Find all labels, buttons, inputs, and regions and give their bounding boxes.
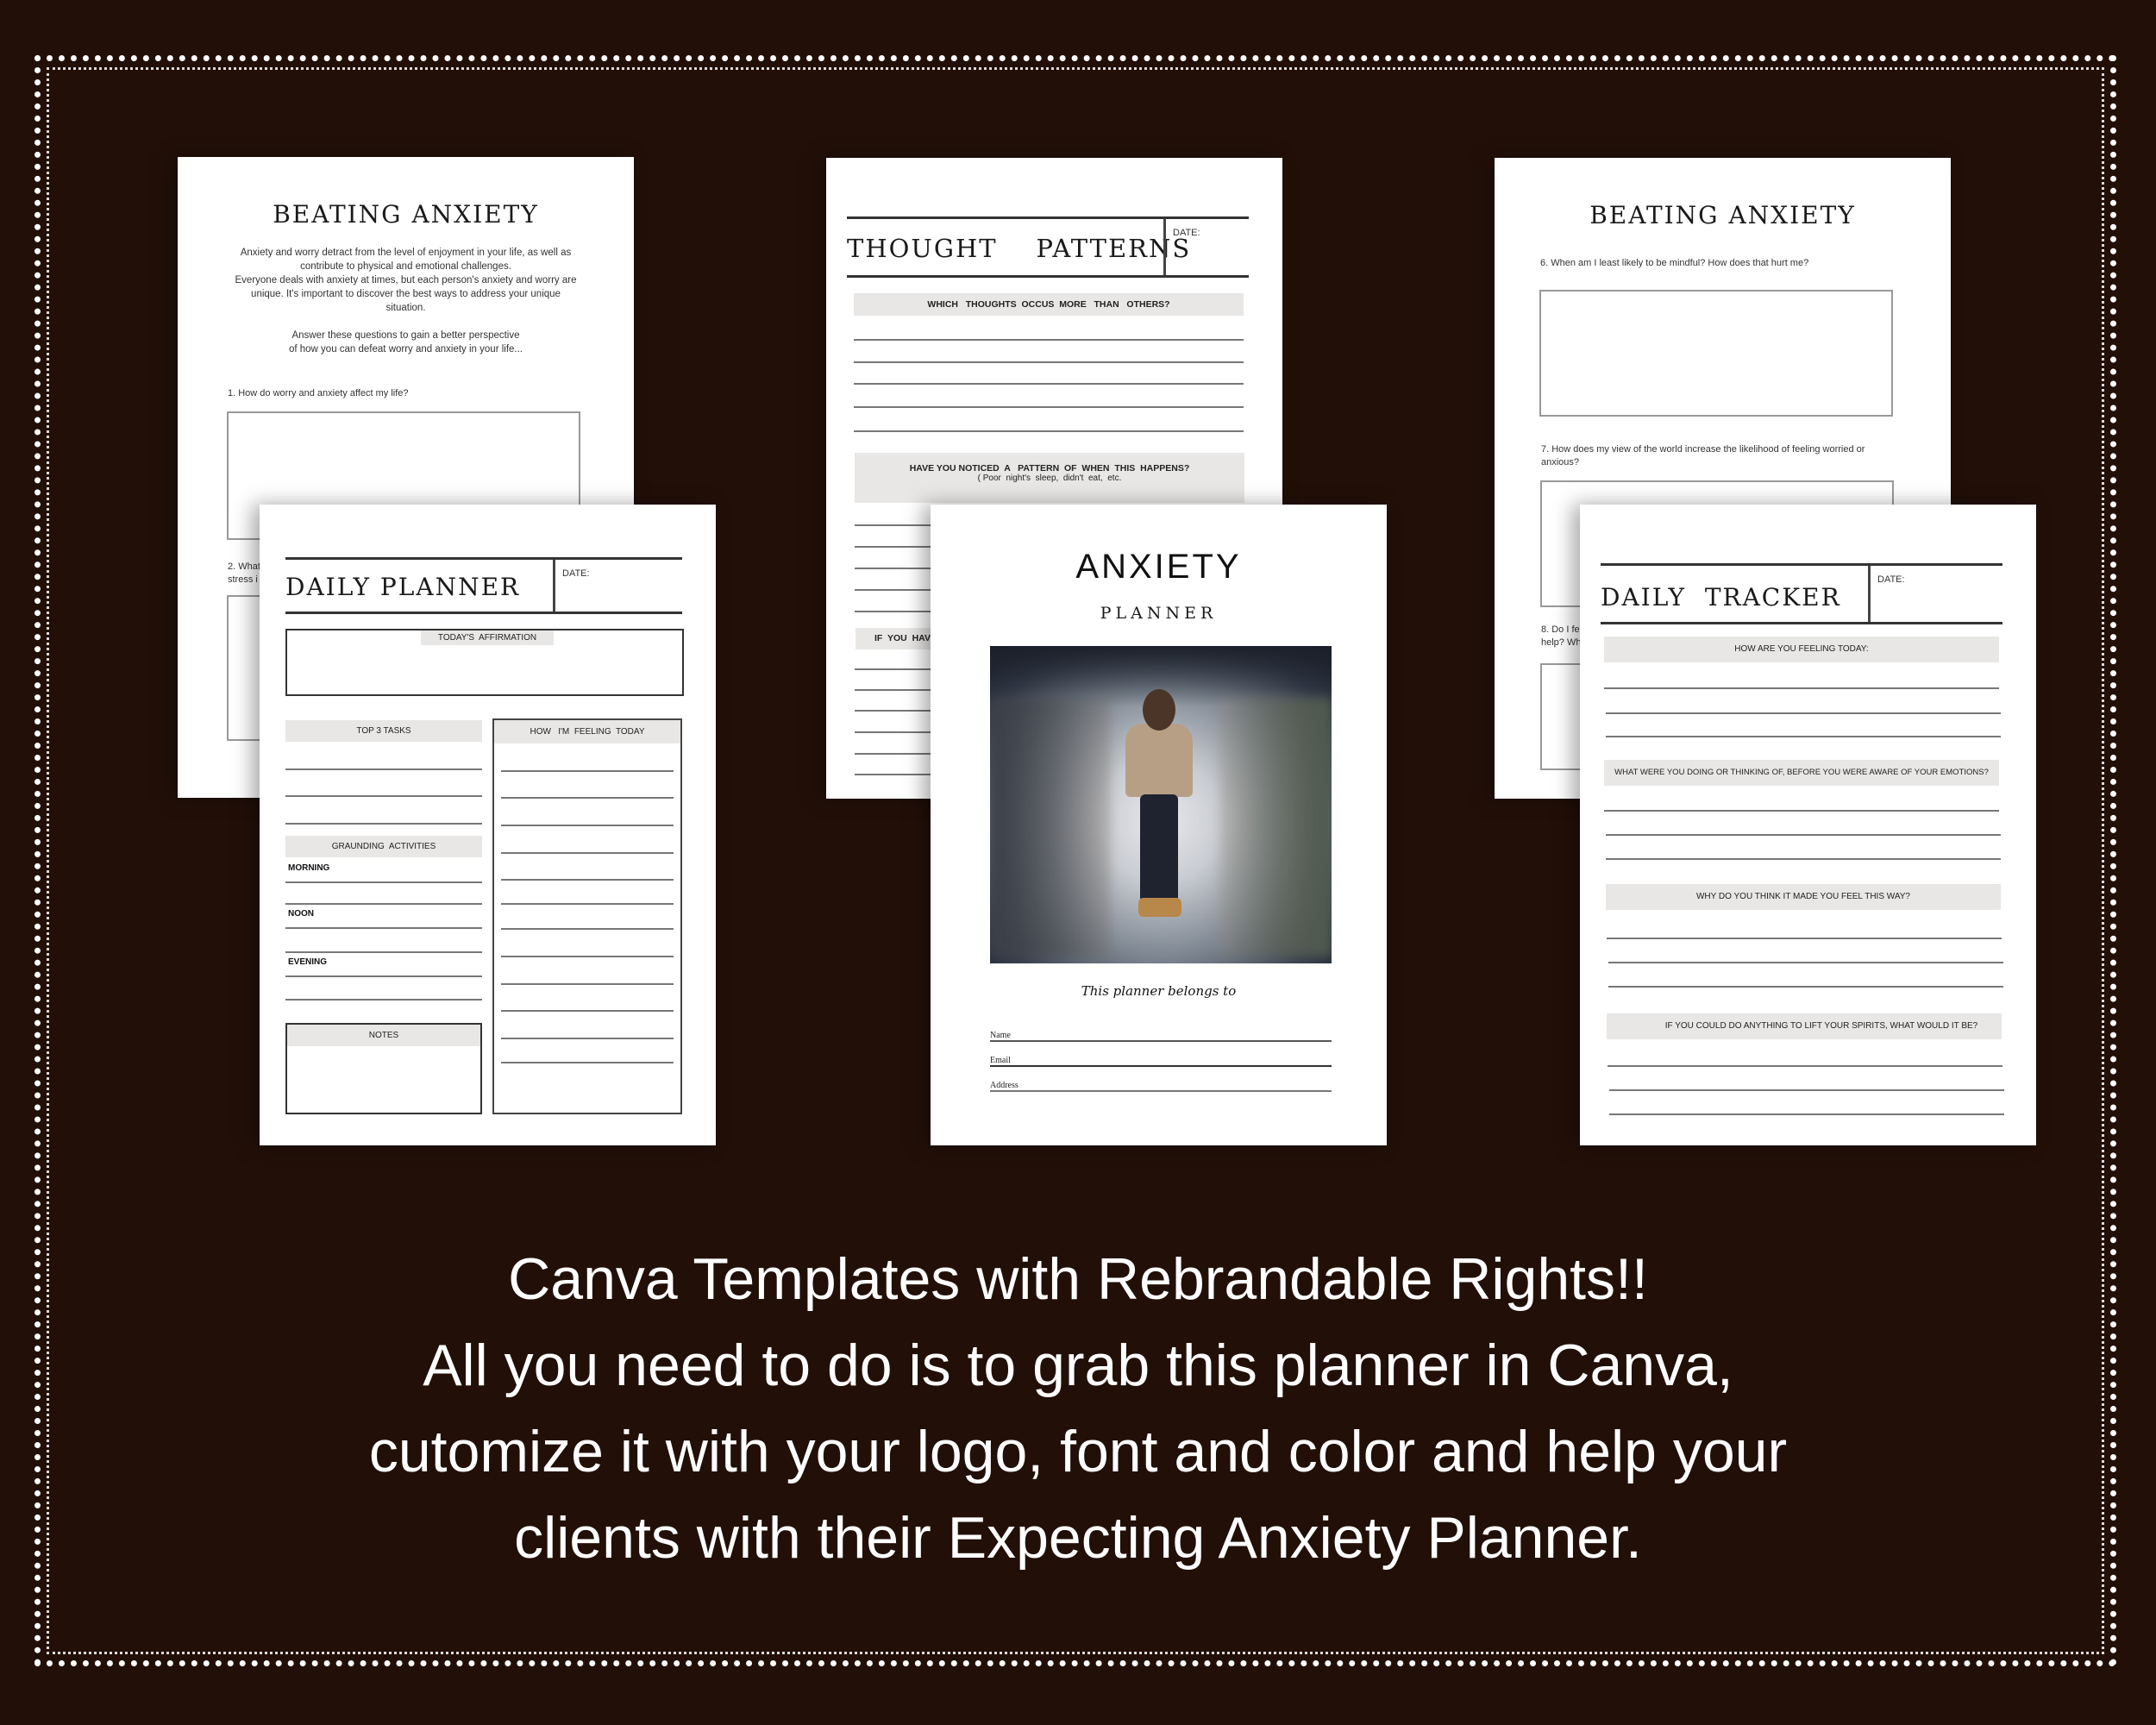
feeling-line[interactable]: [501, 770, 674, 772]
card-header: DAILY PLANNER DATE:: [285, 557, 682, 614]
noon-label: NOON: [288, 909, 314, 919]
card-title: THOUGHT PATTERNS: [847, 234, 1192, 263]
feeling-line[interactable]: [501, 879, 674, 881]
card-title: BEATING ANXIETY: [273, 200, 539, 229]
noon-line[interactable]: [285, 951, 482, 953]
task-line[interactable]: [285, 823, 482, 825]
name-label: Name: [990, 1031, 1011, 1040]
email-label: Email: [990, 1056, 1011, 1065]
belongs-to-text: This planner belongs to: [1081, 983, 1237, 999]
email-field[interactable]: Email: [990, 1050, 1332, 1067]
question-band-2: WHAT WERE YOU DOING OR THINKING OF, BEFO…: [1604, 760, 1999, 786]
question-band-2: HAVE YOU NOTICED A PATTERN OF WHEN THIS …: [855, 453, 1244, 503]
feeling-line[interactable]: [501, 983, 674, 985]
question-2: 2. What stress i: [228, 561, 260, 585]
morning-line[interactable]: [285, 881, 482, 883]
answer-line[interactable]: [1608, 986, 2003, 988]
feeling-box[interactable]: HOW I'M FEELING TODAY: [492, 718, 682, 1114]
intro-text: Anxiety and worry detract from the level…: [235, 248, 577, 354]
task-line[interactable]: [285, 768, 482, 770]
address-field[interactable]: Address: [990, 1075, 1332, 1092]
question-band-4: IF YOU COULD DO ANYTHING TO LIFT YOUR SP…: [1607, 1013, 2002, 1039]
answer-line[interactable]: [1606, 834, 2001, 836]
tagline-line-3: cutomize it with your logo, font and col…: [368, 1419, 1788, 1484]
morning-line[interactable]: [285, 903, 482, 905]
cover-subtitle: PLANNER: [1100, 604, 1218, 623]
answer-line[interactable]: [1608, 1065, 2002, 1067]
photo-crowd-left: [990, 698, 1111, 957]
question-band-3: WHY DO YOU THINK IT MADE YOU FEEL THIS W…: [1606, 884, 2001, 910]
question-6: 6. When am I least likely to be mindful?…: [1540, 258, 1809, 268]
feeling-label: HOW I'M FEELING TODAY: [494, 720, 680, 743]
address-label: Address: [990, 1081, 1018, 1090]
date-label: DATE:: [1868, 566, 1912, 622]
answer-line[interactable]: [1606, 858, 2001, 860]
noon-line[interactable]: [285, 927, 482, 929]
photo-woman-boots: [1138, 898, 1181, 917]
feeling-line[interactable]: [501, 825, 674, 826]
answer-line[interactable]: [854, 339, 1244, 341]
answer-line[interactable]: [1607, 938, 2002, 939]
grounding-label: GRAUNDING ACTIVITIES: [285, 836, 482, 857]
task-line[interactable]: [285, 795, 482, 797]
answer-line[interactable]: [1606, 736, 2001, 737]
feeling-line[interactable]: [501, 797, 674, 799]
card-header: DAILY TRACKER DATE:: [1601, 563, 2002, 624]
feeling-line[interactable]: [501, 1062, 674, 1063]
question-1: 1. How do worry and anxiety affect my li…: [228, 388, 409, 398]
cover-photo: [990, 646, 1332, 963]
answer-line[interactable]: [854, 383, 1244, 385]
tagline-line-4: clients with their Expecting Anxiety Pla…: [514, 1505, 1642, 1571]
photo-crowd-right: [1219, 698, 1332, 957]
answer-line[interactable]: [854, 430, 1244, 432]
photo-woman-legs: [1140, 794, 1178, 902]
tasks-label: TOP 3 TASKS: [285, 720, 482, 742]
feeling-line[interactable]: [501, 928, 674, 930]
feeling-line[interactable]: [501, 1038, 674, 1039]
question-7: 7. How does my view of the world increas…: [1541, 444, 1865, 467]
answer-line[interactable]: [1609, 1089, 2004, 1091]
affirmation-label: TODAY'S AFFIRMATION: [421, 630, 554, 645]
card-title: DAILY TRACKER: [1601, 583, 1841, 612]
evening-line[interactable]: [285, 975, 482, 977]
tagline-line-2: All you need to do is to grab this plann…: [423, 1333, 1733, 1398]
answer-line[interactable]: [1604, 810, 1999, 812]
card-cover-anxiety-planner: ANXIETY PLANNER This planner belongs to …: [931, 505, 1387, 1145]
answer-line[interactable]: [854, 406, 1244, 408]
answer-line[interactable]: [1606, 712, 2001, 714]
date-label: DATE:: [553, 560, 597, 612]
date-label: DATE:: [1163, 219, 1207, 275]
tagline-line-1: Canva Templates with Rebrandable Rights!…: [508, 1246, 1648, 1312]
cover-title: ANXIETY: [1075, 548, 1242, 586]
question-band-1: HOW ARE YOU FEELING TODAY:: [1604, 637, 1999, 662]
morning-label: MORNING: [288, 863, 330, 873]
photo-woman-head: [1143, 689, 1175, 731]
notes-box[interactable]: NOTES: [285, 1023, 482, 1114]
question-8: 8. Do I fe help? Wh: [1541, 624, 1582, 648]
evening-label: EVENING: [288, 957, 328, 967]
answer-line[interactable]: [1609, 1113, 2004, 1115]
notes-label: NOTES: [287, 1025, 480, 1046]
evening-line[interactable]: [285, 999, 482, 1000]
card-daily-planner: DAILY PLANNER DATE: TODAY'S AFFIRMATION …: [260, 505, 716, 1145]
card-title: BEATING ANXIETY: [1589, 201, 1856, 229]
card-header: THOUGHT PATTERNS DATE:: [847, 216, 1249, 278]
question-band-1: WHICH THOUGHTS OCCUS MORE THAN OTHERS?: [854, 293, 1244, 316]
answer-box-6[interactable]: [1539, 290, 1893, 417]
feeling-line[interactable]: [501, 956, 674, 957]
answer-line[interactable]: [854, 361, 1244, 363]
name-field[interactable]: Name: [990, 1025, 1332, 1042]
answer-line[interactable]: [1608, 962, 2003, 963]
answer-line[interactable]: [1604, 687, 1999, 689]
card-title: DAILY PLANNER: [285, 573, 521, 601]
feeling-line[interactable]: [501, 1010, 674, 1012]
photo-woman-jacket: [1125, 724, 1193, 797]
feeling-line[interactable]: [501, 852, 674, 854]
feeling-line[interactable]: [501, 903, 674, 905]
affirmation-box[interactable]: TODAY'S AFFIRMATION: [285, 629, 684, 696]
card-daily-tracker: DAILY TRACKER DATE: HOW ARE YOU FEELING …: [1580, 505, 2036, 1145]
